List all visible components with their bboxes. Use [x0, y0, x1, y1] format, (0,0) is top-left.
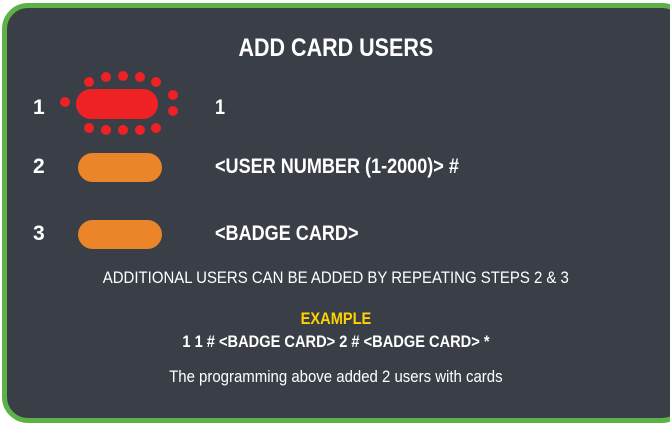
step-1-text: 1	[215, 96, 226, 119]
instruction-panel	[2, 3, 670, 423]
step-1-number: 1	[33, 96, 45, 119]
example-label: EXAMPLE	[300, 309, 372, 328]
step-2-number: 2	[33, 155, 45, 178]
additional-users-note: ADDITIONAL USERS CAN BE ADDED BY REPEATI…	[102, 268, 569, 287]
step-3-number: 3	[33, 222, 45, 245]
panel-title: ADD CARD USERS	[238, 34, 434, 62]
amber-led-icon	[78, 220, 162, 249]
step-2-text: <USER NUMBER (1-2000)> #	[215, 155, 459, 178]
step-3-text: <BADGE CARD>	[215, 222, 359, 245]
amber-led-icon	[78, 153, 162, 182]
example-sequence: 1 1 # <BADGE CARD> 2 # <BADGE CARD> *	[182, 332, 490, 351]
example-description: The programming above added 2 users with…	[169, 367, 503, 386]
